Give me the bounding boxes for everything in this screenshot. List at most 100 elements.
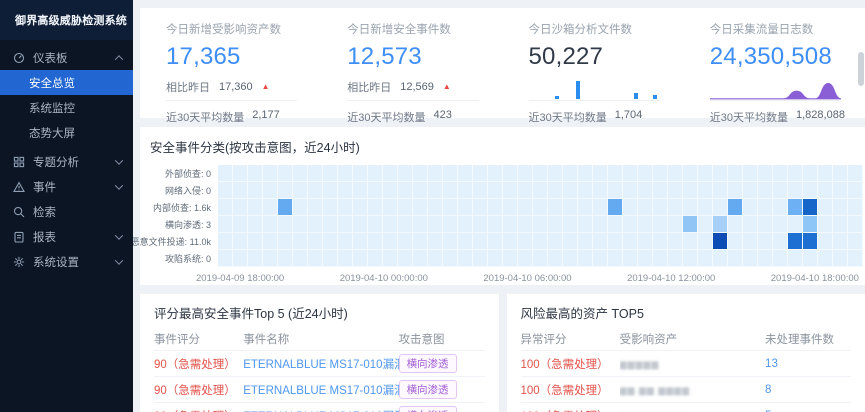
asset-row: 100（急需处理）▆▆.▆▆.▆▆▆▆5 [521, 403, 852, 412]
risk-assets-panel: 风险最高的资产 TOP5 异常评分受影响资产未处理事件数 100（急需处理）▆▆… [507, 294, 865, 412]
average-label: 近30天平均数量 [166, 109, 244, 125]
compare-value: 12,569 [400, 81, 434, 93]
heatmap-cell[interactable] [788, 233, 802, 249]
sidebar-item-reports[interactable]: 报表 [0, 224, 133, 249]
risk-assets-header-row: 异常评分受影响资产未处理事件数 [521, 328, 852, 351]
heatmap-x-tick: 2019-04-10 18:00:00 [771, 273, 859, 284]
event-score: 90（急需处理） [154, 385, 236, 397]
sidebar-item-label: 事件 [33, 179, 56, 195]
main-content: 今日新增受影响资产数17,365相比昨日17,360▲近30天平均数量2,177… [133, 0, 865, 412]
top-events-table: 事件评分事件名称攻击意图 90（急需处理）ETERNALBLUE MS17-01… [154, 328, 485, 412]
column-header: 事件评分 [154, 328, 243, 351]
sidebar-subitem[interactable]: 系统监控 [0, 95, 133, 120]
heatmap-row-label: 横向渗透: 3 [150, 216, 218, 233]
area-sparkline [710, 74, 841, 99]
heatmap-cell[interactable] [683, 216, 697, 232]
heatmap-panel: 安全事件分类(按攻击意图，近24小时) 外部侦查: 0网络入侵: 0内部侦查: … [140, 127, 865, 285]
sidebar-item-events[interactable]: 事件 [0, 174, 133, 199]
column-header: 异常评分 [521, 328, 620, 351]
stat-card-2: 今日沙箱分析文件数50,227近30天平均数量1,704 [503, 8, 684, 118]
event-score-cell: 90（急需处理） [154, 403, 243, 412]
asset-row: 100（急需处理） ▆▆▆▆▆13 [521, 351, 852, 377]
heatmap-row-label: 外部侦查: 0 [150, 165, 218, 182]
sidebar-item-settings[interactable]: 系统设置 [0, 249, 133, 274]
event-name-link[interactable]: ETERNALBLUE MS17-010漏洞利... [243, 385, 398, 397]
spark-bar [634, 93, 638, 99]
stat-card-middle [710, 74, 841, 99]
heatmap-cell[interactable] [803, 233, 817, 249]
risk-assets-title: 风险最高的资产 TOP5 [521, 303, 852, 322]
risk-assets-tbody: 100（急需处理）▆▆▆▆▆13100（急需处理）▆▆.▆▆.▆▆▆▆8100（… [521, 351, 852, 412]
sidebar-item-label: 专题分析 [33, 154, 79, 170]
sidebar-item-dashboard[interactable]: 仪表板 [0, 45, 133, 70]
asset-score: 100（急需处理） [521, 359, 609, 371]
sidebar-item-search[interactable]: 检索 [0, 199, 133, 224]
heatmap-cell[interactable] [278, 199, 292, 215]
event-name-link[interactable]: ETERNALBLUE MS17-010漏洞利... [243, 359, 398, 371]
sidebar-subitem-label: 安全总览 [29, 75, 75, 91]
gear-icon [13, 256, 25, 268]
heatmap-cell[interactable] [728, 199, 742, 215]
event-score-cell: 90（急需处理） [154, 351, 243, 377]
unhandled-count-link[interactable]: 8 [765, 384, 771, 396]
average-value: 423 [434, 109, 452, 125]
sidebar-item-label: 报表 [33, 229, 56, 245]
alert-icon [13, 181, 25, 193]
sidebar-item-analysis[interactable]: 专题分析 [0, 149, 133, 174]
masked-asset-name: ▆▆.▆▆.▆▆▆▆ [620, 385, 690, 395]
unhandled-count-link[interactable]: 13 [765, 358, 778, 370]
sidebar-subitem[interactable]: 安全总览 [0, 70, 133, 95]
heatmap-x-tick: 2019-04-10 06:00:00 [483, 273, 571, 284]
attack-intent-cell: 横向渗透 [399, 377, 485, 403]
attack-intent-badge: 横向渗透 [399, 354, 457, 373]
average-value: 1,704 [615, 109, 643, 125]
app-logo: 御界高级威胁检测系统 [0, 0, 133, 40]
heatmap-cell[interactable] [713, 233, 727, 249]
bar-sparkline [529, 74, 660, 99]
heatmap-x-axis: 2019-04-09 18:00:002019-04-10 00:00:0020… [196, 273, 859, 284]
heatmap-row-label: 内部侦查: 1.6k [150, 199, 218, 216]
chevron-down-icon [115, 181, 123, 189]
event-row: 90（急需处理） ETERNALBLUE MS17-010漏洞利...横向渗透 [154, 377, 485, 403]
sidebar: 御界高级威胁检测系统 仪表板安全总览系统监控态势大屏专题分析事件检索报表系统设置 [0, 0, 133, 412]
sidebar-subitem-label: 态势大屏 [29, 125, 75, 141]
heatmap-cell[interactable] [713, 216, 727, 232]
column-header: 未处理事件数 [765, 328, 851, 351]
area-sparkline-svg [710, 77, 841, 101]
spark-bar [653, 95, 657, 99]
chevron-down-icon [115, 256, 123, 264]
unhandled-count-cell: 8 [765, 377, 851, 403]
trend-up-icon: ▲ [262, 83, 270, 91]
sidebar-item-label: 仪表板 [33, 50, 68, 66]
stat-divider [166, 100, 297, 101]
compare-label: 相比昨日 [166, 79, 210, 95]
grid-icon [13, 156, 25, 168]
sidebar-nav: 仪表板安全总览系统监控态势大屏专题分析事件检索报表系统设置 [0, 40, 133, 274]
top-events-tbody: 90（急需处理）ETERNALBLUE MS17-010漏洞利...横向渗透90… [154, 351, 485, 412]
event-name-cell: ETERNALBLUE MS17-010漏洞利... [243, 377, 398, 403]
sidebar-item-label: 系统设置 [33, 254, 79, 270]
top-events-title: 评分最高安全事件Top 5 (近24小时) [154, 303, 485, 322]
heatmap-cell[interactable] [803, 216, 817, 232]
heatmap-cell[interactable] [803, 199, 817, 215]
average-value: 2,177 [252, 109, 280, 125]
spark-bar [576, 81, 580, 99]
risk-assets-table: 异常评分受影响资产未处理事件数 100（急需处理）▆▆▆▆▆13100（急需处理… [521, 328, 852, 412]
heatmap-cell[interactable] [608, 199, 622, 215]
unhandled-count-cell: 13 [765, 351, 851, 377]
stat-card-label: 今日新增安全事件数 [347, 21, 478, 37]
unhandled-count-cell: 5 [765, 403, 851, 412]
asset-score-cell: 100（急需处理） [521, 403, 620, 412]
top-events-panel: 评分最高安全事件Top 5 (近24小时) 事件评分事件名称攻击意图 90（急需… [140, 294, 499, 412]
sidebar-subitem[interactable]: 态势大屏 [0, 120, 133, 145]
top-events-header-row: 事件评分事件名称攻击意图 [154, 328, 485, 351]
average-label: 近30天平均数量 [347, 109, 425, 125]
stat-card-middle [529, 74, 660, 99]
stat-card-value: 12,573 [347, 43, 478, 71]
event-row: 90（急需处理）ETERNALBLUE MS17-010漏洞利...横向渗透 [154, 403, 485, 412]
event-row: 90（急需处理）ETERNALBLUE MS17-010漏洞利...横向渗透 [154, 351, 485, 377]
stat-card-1: 今日新增安全事件数12,573相比昨日12,569▲近30天平均数量423 [321, 8, 502, 118]
vertical-scrollbar-thumb[interactable] [858, 52, 864, 86]
asset-name-cell: ▆▆▆▆▆ [620, 351, 765, 377]
heatmap-cell[interactable] [788, 199, 802, 215]
